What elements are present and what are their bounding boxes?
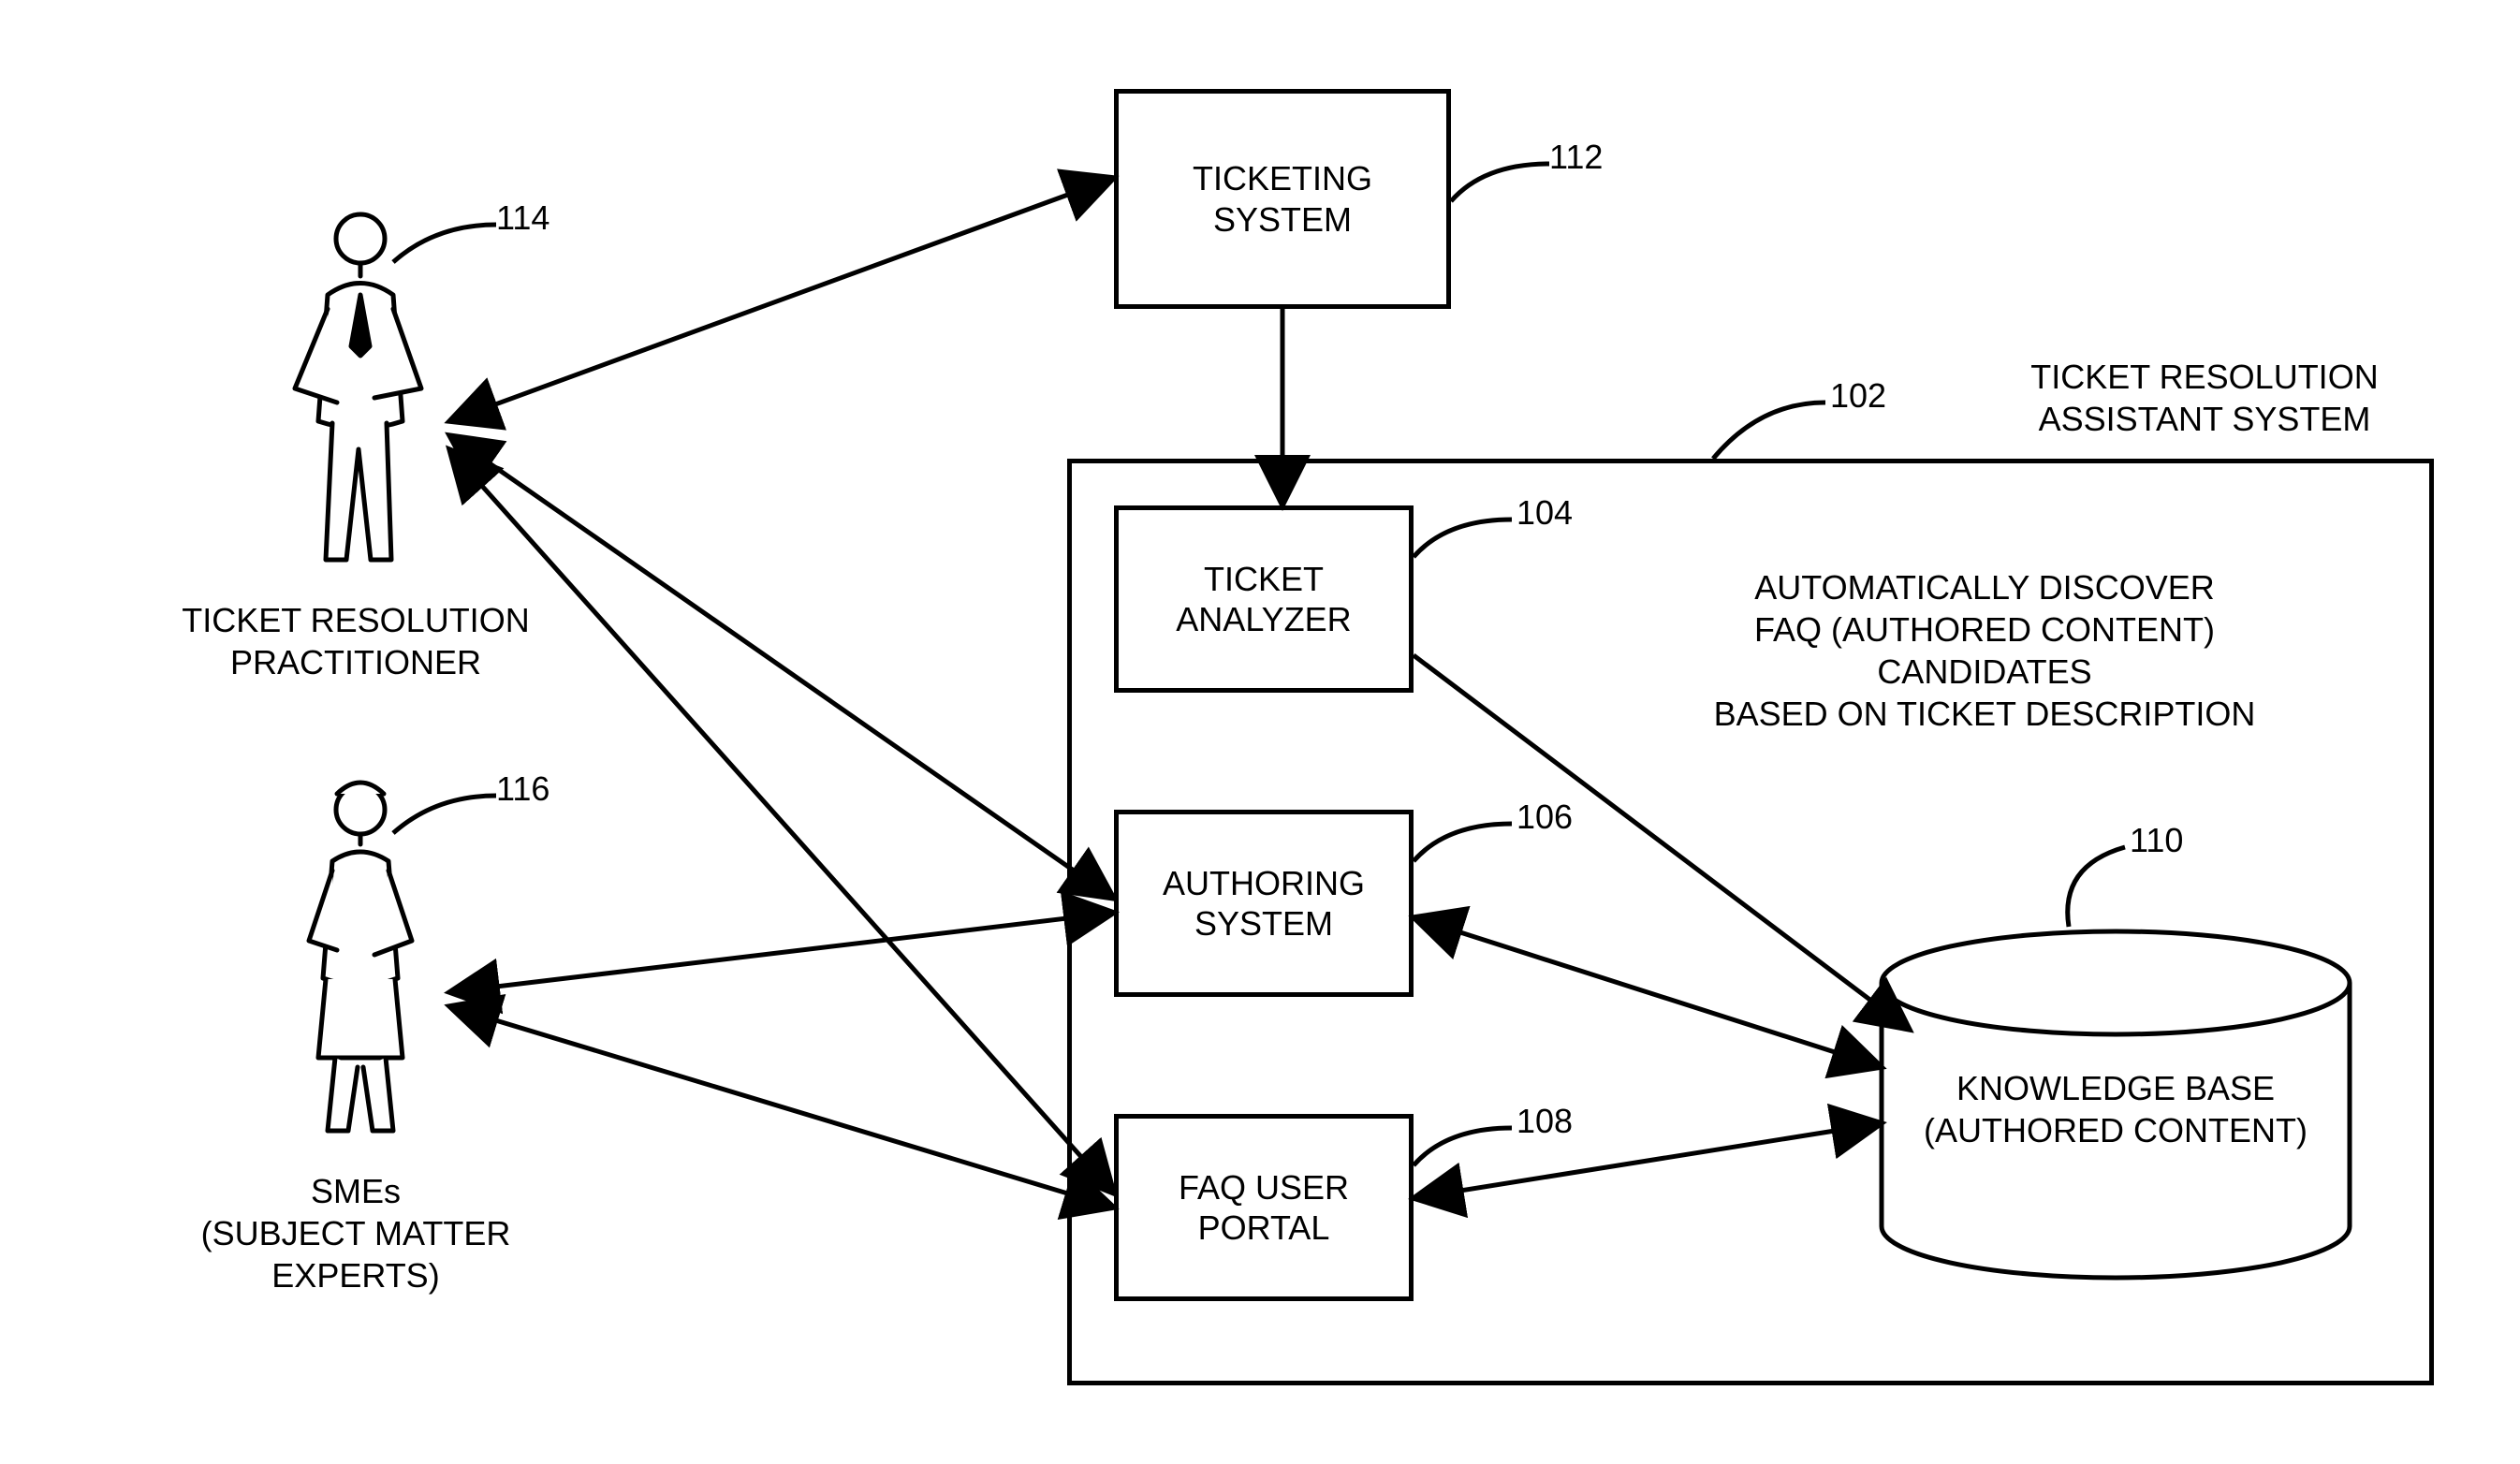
ticket-analyzer-label: TICKET ANALYZER: [1176, 559, 1351, 639]
ref-104: 104: [1516, 491, 1573, 534]
assistant-note: AUTOMATICALLY DISCOVER FAQ (AUTHORED CON…: [1648, 566, 2322, 735]
ref-110: 110: [2130, 819, 2183, 861]
sme-icon: [281, 777, 440, 1156]
ref-108: 108: [1516, 1100, 1573, 1142]
authoring-system-box: AUTHORING SYSTEM: [1114, 810, 1414, 997]
knowledge-base-label: KNOWLEDGE BASE (AUTHORED CONTENT): [1900, 1067, 2331, 1151]
authoring-system-label: AUTHORING SYSTEM: [1163, 863, 1365, 944]
ticketing-system-label: TICKETING SYSTEM: [1193, 158, 1372, 239]
ref-102: 102: [1830, 374, 1886, 417]
ref-114: 114: [496, 197, 549, 239]
knowledge-base-cylinder: KNOWLEDGE BASE (AUTHORED CONTENT): [1872, 927, 2359, 1287]
assistant-system-title: TICKET RESOLUTION ASSISTANT SYSTEM: [2003, 356, 2406, 440]
sme-label: SMEs (SUBJECT MATTER EXPERTS): [112, 1170, 599, 1296]
practitioner-icon: [281, 206, 440, 585]
faq-user-portal-label: FAQ USER PORTAL: [1179, 1167, 1349, 1248]
ref-112-leader: [1446, 154, 1559, 211]
diagram-canvas: TICKET RESOLUTION ASSISTANT SYSTEM TICKE…: [0, 0, 2520, 1464]
ref-106: 106: [1516, 796, 1573, 838]
faq-user-portal-box: FAQ USER PORTAL: [1114, 1114, 1414, 1301]
ticketing-system-box: TICKETING SYSTEM: [1114, 89, 1451, 309]
ref-116: 116: [496, 768, 549, 810]
ref-112: 112: [1549, 136, 1603, 178]
ref-102-leader: [1708, 393, 1830, 468]
ticket-analyzer-box: TICKET ANALYZER: [1114, 505, 1414, 693]
practitioner-label: TICKET RESOLUTION PRACTITIONER: [150, 599, 562, 683]
